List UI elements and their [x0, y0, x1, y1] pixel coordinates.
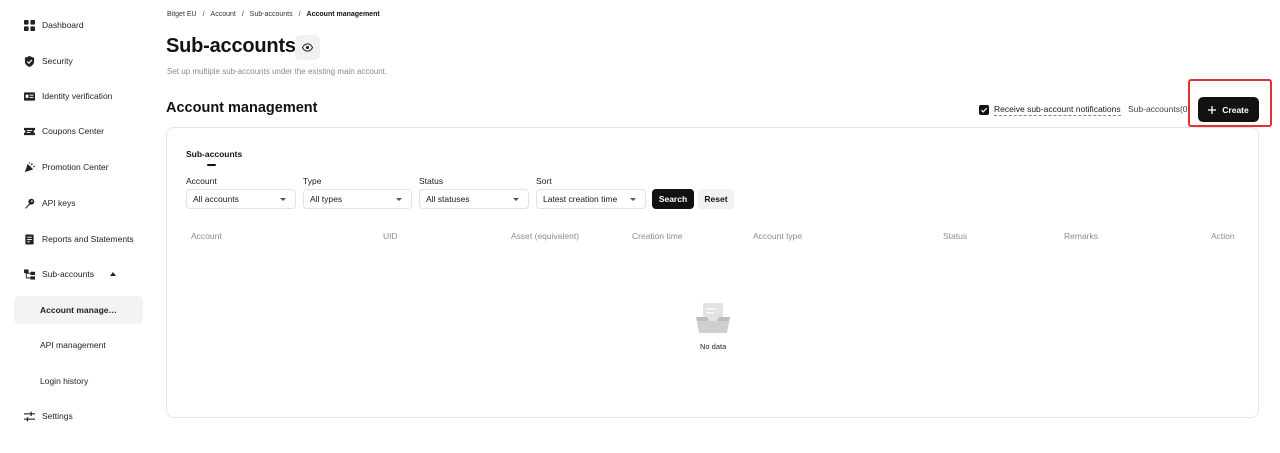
sidebar-item-label: API keys	[42, 198, 76, 208]
sidebar-item-account-management[interactable]: Account manage…	[14, 296, 143, 324]
column-header-account-type: Account type	[753, 231, 803, 241]
toggle-visibility-button[interactable]	[295, 35, 320, 60]
select-value: All statuses	[426, 194, 470, 204]
sidebar-item-label: Reports and Statements	[42, 234, 134, 244]
breadcrumb: Bitget EU / Account / Sub-accounts / Acc…	[167, 11, 380, 18]
chevron-down-icon	[280, 198, 286, 201]
sub-accounts-card	[166, 127, 1259, 418]
sidebar-item-reports-and-statements[interactable]: Reports and Statements	[14, 225, 143, 253]
sidebar: Dashboard Security Identity verification…	[0, 0, 155, 453]
sidebar-item-security[interactable]: Security	[14, 47, 143, 75]
breadcrumb-item[interactable]: Account	[211, 11, 236, 18]
filter-sort-label: Sort	[536, 176, 552, 186]
sidebar-item-label: Coupons Center	[42, 126, 104, 136]
notifications-checkbox[interactable]	[979, 105, 989, 115]
empty-state-text: No data	[700, 342, 727, 351]
create-button-label: Create	[1222, 104, 1249, 115]
create-button[interactable]: Create	[1198, 97, 1259, 122]
filter-type-label: Type	[303, 176, 322, 186]
select-value: All accounts	[193, 194, 239, 204]
sidebar-item-sub-accounts[interactable]: Sub-accounts	[14, 260, 143, 288]
sidebar-item-label: Account manage…	[40, 305, 117, 315]
column-header-remarks: Remarks	[1064, 231, 1099, 241]
empty-inbox-icon	[695, 302, 731, 334]
shield-icon	[24, 55, 35, 67]
sidebar-item-label: API management	[40, 340, 106, 350]
tab-indicator	[207, 164, 216, 166]
plus-icon	[1208, 105, 1217, 114]
select-value: All types	[310, 194, 343, 204]
column-header-asset: Asset (equivalent)	[511, 231, 580, 241]
sidebar-item-dashboard[interactable]: Dashboard	[14, 11, 143, 39]
eye-icon	[302, 42, 313, 53]
sidebar-item-identity-verification[interactable]: Identity verification	[14, 82, 143, 110]
sliders-icon	[24, 411, 35, 422]
sidebar-item-label: Settings	[42, 411, 73, 421]
sidebar-item-settings[interactable]: Settings	[14, 402, 143, 430]
search-button[interactable]: Search	[652, 189, 694, 209]
filter-type-select[interactable]: All types	[303, 189, 412, 209]
key-icon	[24, 198, 35, 209]
filter-account-label: Account	[186, 176, 217, 186]
sidebar-item-login-history[interactable]: Login history	[14, 367, 143, 395]
megaphone-icon	[24, 161, 35, 173]
sidebar-item-api-management[interactable]: API management	[14, 331, 143, 359]
sidebar-item-label: Identity verification	[42, 91, 113, 101]
select-value: Latest creation time	[543, 194, 618, 204]
column-header-status: Status	[943, 231, 968, 241]
page-subtitle: Set up multiple sub-accounts under the e…	[167, 67, 388, 76]
chevron-down-icon	[630, 198, 636, 201]
sidebar-item-promotion-center[interactable]: Promotion Center	[14, 153, 143, 181]
filter-status-label: Status	[419, 176, 444, 186]
section-title: Account management	[166, 100, 318, 116]
sidebar-item-label: Sub-accounts	[42, 269, 94, 279]
sidebar-item-label: Dashboard	[42, 20, 84, 30]
hierarchy-icon	[24, 268, 35, 280]
breadcrumb-separator: /	[202, 11, 205, 18]
breadcrumb-separator: /	[241, 11, 244, 18]
filter-account-select[interactable]: All accounts	[186, 189, 296, 209]
breadcrumb-item[interactable]: Sub-accounts	[250, 11, 293, 18]
report-icon	[24, 233, 35, 245]
filter-sort-select[interactable]: Latest creation time	[536, 189, 646, 209]
check-icon	[981, 107, 988, 113]
sidebar-item-label: Security	[42, 56, 73, 66]
sidebar-item-label: Promotion Center	[42, 162, 109, 172]
page-title: Sub-accounts	[166, 35, 296, 57]
reset-button[interactable]: Reset	[698, 189, 734, 209]
sub-accounts-count: Sub-accounts(0)	[1128, 104, 1191, 114]
notifications-label[interactable]: Receive sub-account notifications	[994, 104, 1121, 116]
coupon-icon	[24, 126, 35, 137]
sidebar-item-label: Login history	[40, 376, 89, 386]
chevron-down-icon	[396, 198, 402, 201]
breadcrumb-separator: /	[298, 11, 301, 18]
notifications-toggle[interactable]: Receive sub-account notifications	[979, 104, 1121, 116]
sidebar-item-api-keys[interactable]: API keys	[14, 189, 143, 217]
chevron-up-icon	[109, 272, 116, 276]
breadcrumb-item[interactable]: Bitget EU	[167, 11, 197, 18]
filter-status-select[interactable]: All statuses	[419, 189, 529, 209]
column-header-account: Account	[191, 231, 222, 241]
grid-icon	[24, 19, 35, 31]
chevron-down-icon	[513, 198, 519, 201]
id-card-icon	[24, 91, 35, 102]
column-header-creation-time: Creation time	[632, 231, 683, 241]
breadcrumb-current: Account management	[306, 11, 380, 18]
column-header-action: Action	[1211, 231, 1235, 241]
sidebar-item-coupons-center[interactable]: Coupons Center	[14, 117, 143, 145]
column-header-uid: UID	[383, 231, 398, 241]
tab-sub-accounts[interactable]: Sub-accounts	[186, 149, 242, 159]
